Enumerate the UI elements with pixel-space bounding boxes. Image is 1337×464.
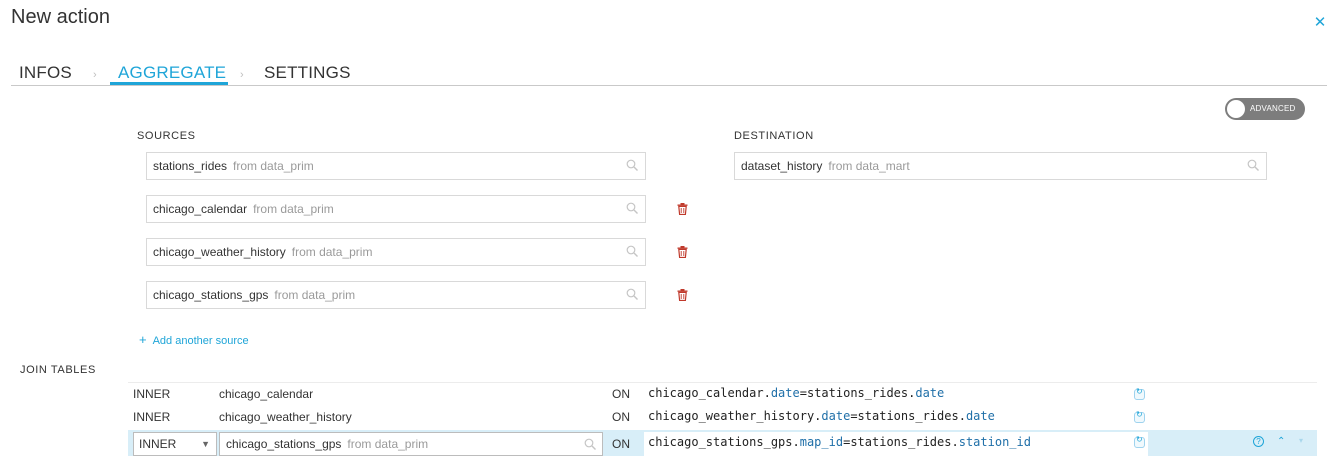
join-condition[interactable]: chicago_stations_gps.map_id=stations_rid… [648, 435, 1031, 449]
condition-table: stations_rides [850, 435, 952, 449]
join-table-input[interactable]: chicago_stations_gps from data_prim [219, 432, 603, 456]
move-up-icon[interactable]: ⌃ [1277, 436, 1285, 447]
add-source-link[interactable]: + Add another source [139, 332, 249, 347]
search-icon [626, 202, 638, 214]
source-field[interactable]: stations_rides from data_prim [146, 152, 646, 180]
condition-column: station_id [958, 435, 1031, 449]
source-name: chicago_calendar [153, 202, 248, 216]
condition-column: date [915, 386, 945, 400]
move-down-icon[interactable]: ▾ [1299, 436, 1303, 445]
tab-active-underline [110, 82, 228, 85]
chevron-right-icon: › [93, 69, 97, 81]
condition-table: chicago_calendar [648, 386, 764, 400]
search-icon [626, 159, 638, 171]
sources-label: SOURCES [137, 130, 196, 142]
source-origin: from data_prim [253, 202, 334, 216]
source-origin: from data_prim [291, 245, 373, 259]
page-title: New action [11, 6, 110, 28]
condition-table: chicago_stations_gps [648, 435, 793, 449]
join-table[interactable]: chicago_weather_history [219, 410, 352, 424]
source-origin: from data_prim [274, 288, 356, 302]
tab-aggregate[interactable]: AGGREGATE [118, 63, 226, 83]
refresh-icon[interactable]: ↻ [1134, 387, 1145, 400]
source-field[interactable]: chicago_weather_history from data_prim [146, 238, 646, 266]
trash-icon[interactable] [677, 246, 688, 258]
join-table-origin: from data_prim [347, 437, 429, 451]
toggle-label: ADVANCED [1250, 104, 1296, 113]
toggle-knob [1227, 100, 1245, 118]
search-icon [626, 288, 638, 300]
plus-icon: + [139, 332, 147, 347]
join-type[interactable]: INNER [133, 387, 170, 401]
search-icon [584, 438, 596, 450]
source-name: chicago_stations_gps [153, 288, 269, 302]
condition-column: date [821, 409, 851, 423]
destination-field[interactable]: dataset_history from data_mart [734, 152, 1267, 180]
destination-label: DESTINATION [734, 130, 814, 142]
join-condition[interactable]: chicago_weather_history.date=stations_ri… [648, 409, 995, 423]
on-label: ON [612, 387, 630, 401]
join-tables-label: JOIN TABLES [20, 364, 96, 376]
add-source-label: Add another source [152, 335, 249, 347]
tab-infos[interactable]: INFOS [19, 63, 72, 83]
on-label: ON [612, 410, 630, 424]
on-label: ON [612, 437, 630, 451]
condition-table: chicago_weather_history [648, 409, 815, 423]
chevron-down-icon: ▼ [201, 439, 210, 449]
close-icon[interactable]: ✕ [1312, 15, 1328, 31]
divider [128, 382, 1317, 383]
help-icon[interactable]: ? [1253, 436, 1264, 447]
condition-column: map_id [799, 435, 844, 449]
advanced-toggle[interactable]: ADVANCED [1225, 98, 1305, 120]
trash-icon[interactable] [677, 203, 688, 215]
source-field[interactable]: chicago_calendar from data_prim [146, 195, 646, 223]
join-type-value: INNER [139, 437, 177, 451]
condition-column: date [770, 386, 800, 400]
source-origin: from data_prim [233, 159, 314, 173]
join-table[interactable]: chicago_calendar [219, 387, 313, 401]
refresh-icon[interactable]: ↻ [1134, 410, 1145, 423]
condition-table: stations_rides [806, 386, 909, 400]
chevron-right-icon: › [240, 69, 244, 81]
source-field[interactable]: chicago_stations_gps from data_prim [146, 281, 646, 309]
condition-column: date [965, 409, 995, 423]
trash-icon[interactable] [677, 289, 688, 301]
destination-origin: from data_mart [828, 159, 910, 173]
source-name: chicago_weather_history [153, 245, 286, 259]
join-table-name: chicago_stations_gps [226, 437, 342, 451]
destination-name: dataset_history [741, 159, 823, 173]
tab-settings[interactable]: SETTINGS [264, 63, 351, 83]
condition-table: stations_rides [857, 409, 959, 423]
search-icon [1247, 159, 1259, 171]
join-type-select[interactable]: INNER ▼ [133, 432, 217, 456]
refresh-icon[interactable]: ↻ [1134, 435, 1145, 448]
join-type[interactable]: INNER [133, 410, 170, 424]
source-name: stations_rides [153, 159, 228, 173]
search-icon [626, 245, 638, 257]
join-condition[interactable]: chicago_calendar.date=stations_rides.dat… [648, 386, 944, 400]
tab-bar: INFOS › AGGREGATE › SETTINGS [11, 60, 1327, 86]
